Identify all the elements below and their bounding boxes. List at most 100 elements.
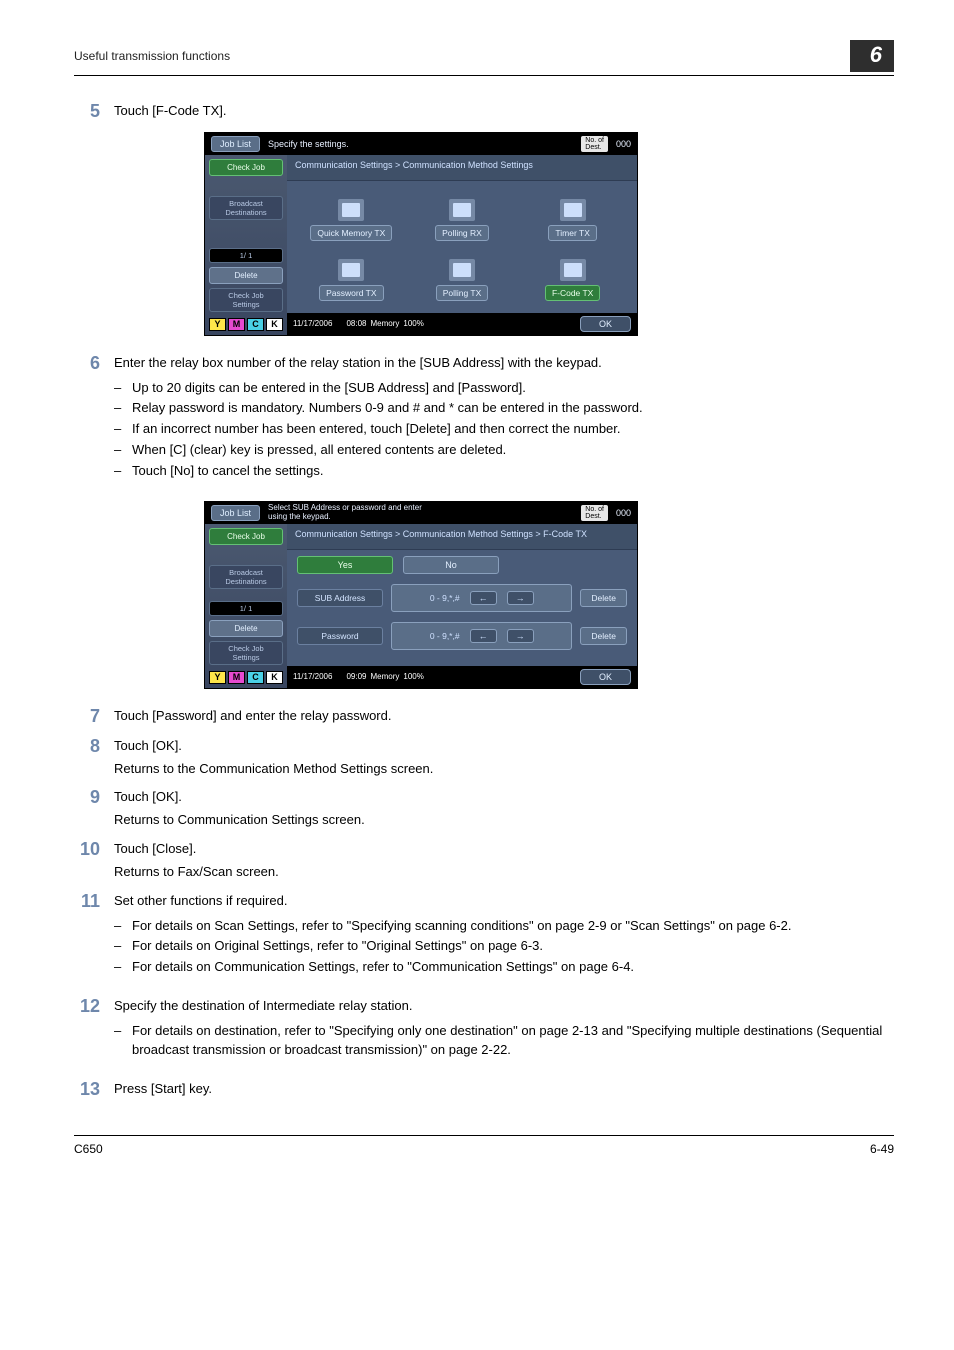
toner-m-icon: M: [228, 671, 245, 684]
step-subtext: Returns to the Communication Method Sett…: [114, 760, 894, 779]
step-bullet: For details on Scan Settings, refer to "…: [114, 917, 894, 936]
check-job-button[interactable]: Check Job: [209, 528, 283, 545]
polling-rx-icon: [449, 199, 475, 221]
step-bullet: For details on Communication Settings, r…: [114, 958, 894, 977]
status-memory-label: Memory: [370, 319, 399, 328]
pager: 1/ 1: [209, 601, 283, 616]
step-number: 13: [74, 1080, 114, 1100]
toner-indicators: Y M C K: [209, 669, 283, 688]
step-bullet: For details on Original Settings, refer …: [114, 937, 894, 956]
status-memory-pct: 100%: [403, 319, 423, 328]
step-text: Touch [F-Code TX].: [114, 102, 894, 122]
step-text: Touch [OK].: [114, 737, 894, 756]
step-text: Touch [Close].: [114, 840, 894, 859]
status-date: 11/17/2006: [293, 672, 332, 681]
step-number: 11: [74, 892, 114, 987]
password-icon: [338, 259, 364, 281]
check-job-settings-button[interactable]: Check Job Settings: [209, 641, 283, 665]
delete-sub-address-button[interactable]: Delete: [580, 589, 627, 607]
polling-rx-button[interactable]: Polling RX: [416, 199, 509, 241]
polling-tx-label: Polling TX: [436, 285, 489, 301]
dest-label: No. of Dest.: [581, 505, 608, 521]
dest-label: No. of Dest.: [581, 136, 608, 152]
quick-memory-icon: [338, 199, 364, 221]
dest-count: 000: [616, 508, 631, 518]
step-number: 5: [74, 102, 114, 122]
polling-tx-button[interactable]: Polling TX: [416, 259, 509, 301]
step-number: 6: [74, 354, 114, 491]
toner-indicators: Y M C K: [209, 316, 283, 335]
cursor-left-button[interactable]: ←: [470, 629, 497, 643]
fcode-tx-button[interactable]: F-Code TX: [526, 259, 619, 301]
toner-m-icon: M: [228, 318, 245, 331]
status-date: 11/17/2006: [293, 319, 332, 328]
password-input[interactable]: 0 - 9,*,# ← →: [391, 622, 572, 650]
toner-y-icon: Y: [209, 318, 226, 331]
step-bullet: Up to 20 digits can be entered in the [S…: [114, 379, 894, 398]
job-list-button[interactable]: Job List: [211, 505, 260, 521]
side-delete-button[interactable]: Delete: [209, 620, 283, 637]
cursor-right-button[interactable]: →: [507, 629, 534, 643]
input-hint: 0 - 9,*,#: [430, 593, 460, 603]
check-job-settings-button[interactable]: Check Job Settings: [209, 288, 283, 312]
delete-password-button[interactable]: Delete: [580, 627, 627, 645]
screenshot-comm-method-settings: Job List Specify the settings. No. of De…: [204, 132, 638, 336]
check-job-button[interactable]: Check Job: [209, 159, 283, 176]
step-number: 12: [74, 997, 114, 1070]
ok-button[interactable]: OK: [580, 316, 631, 332]
step-number: 10: [74, 840, 114, 882]
step-text: Set other functions if required.: [114, 892, 894, 911]
polling-tx-icon: [449, 259, 475, 281]
status-memory-label: Memory: [370, 672, 399, 681]
chapter-number-tab: 6: [850, 40, 894, 72]
breadcrumb: Communication Settings > Communication M…: [287, 524, 637, 550]
status-time: 09:09: [346, 672, 366, 681]
step-text: Touch [Password] and enter the relay pas…: [114, 707, 894, 727]
toner-k-icon: K: [266, 318, 283, 331]
timer-tx-button[interactable]: Timer TX: [526, 199, 619, 241]
password-tx-button[interactable]: Password TX: [305, 259, 398, 301]
cursor-left-button[interactable]: ←: [470, 591, 497, 605]
toner-c-icon: C: [247, 671, 264, 684]
step-text: Press [Start] key.: [114, 1080, 894, 1100]
header-rule: [74, 75, 894, 76]
step-number: 8: [74, 737, 114, 779]
status-time: 08:08: [346, 319, 366, 328]
step-subtext: Returns to Fax/Scan screen.: [114, 863, 894, 882]
toner-y-icon: Y: [209, 671, 226, 684]
step-text: Enter the relay box number of the relay …: [114, 354, 894, 373]
tab-no[interactable]: No: [403, 556, 499, 574]
footer-page-ref: 6-49: [870, 1142, 894, 1156]
status-memory-pct: 100%: [403, 672, 423, 681]
dest-count: 000: [616, 139, 631, 149]
job-list-button[interactable]: Job List: [211, 136, 260, 152]
fcode-tx-label: F-Code TX: [545, 285, 600, 301]
sub-address-button[interactable]: SUB Address: [297, 589, 383, 607]
password-tx-label: Password TX: [319, 285, 383, 301]
sub-address-input[interactable]: 0 - 9,*,# ← →: [391, 584, 572, 612]
toner-c-icon: C: [247, 318, 264, 331]
step-subtext: Returns to Communication Settings screen…: [114, 811, 894, 830]
fcode-icon: [560, 259, 586, 281]
input-hint: 0 - 9,*,#: [430, 631, 460, 641]
quick-memory-tx-button[interactable]: Quick Memory TX: [305, 199, 398, 241]
quick-memory-tx-label: Quick Memory TX: [310, 225, 392, 241]
pager: 1/ 1: [209, 248, 283, 263]
ok-button[interactable]: OK: [580, 669, 631, 685]
broadcast-destinations-button[interactable]: Broadcast Destinations: [209, 196, 283, 220]
polling-rx-label: Polling RX: [435, 225, 489, 241]
timer-icon: [560, 199, 586, 221]
password-button[interactable]: Password: [297, 627, 383, 645]
tab-yes[interactable]: Yes: [297, 556, 393, 574]
screen-prompt: Select SUB Address or password and enter…: [268, 504, 573, 522]
step-bullet: When [C] (clear) key is pressed, all ent…: [114, 441, 894, 460]
step-bullet: If an incorrect number has been entered,…: [114, 420, 894, 439]
step-number: 7: [74, 707, 114, 727]
broadcast-destinations-button[interactable]: Broadcast Destinations: [209, 565, 283, 589]
toner-k-icon: K: [266, 671, 283, 684]
running-header-title: Useful transmission functions: [74, 49, 230, 63]
cursor-right-button[interactable]: →: [507, 591, 534, 605]
side-delete-button[interactable]: Delete: [209, 267, 283, 284]
footer-model: C650: [74, 1142, 103, 1156]
step-bullet: Touch [No] to cancel the settings.: [114, 462, 894, 481]
